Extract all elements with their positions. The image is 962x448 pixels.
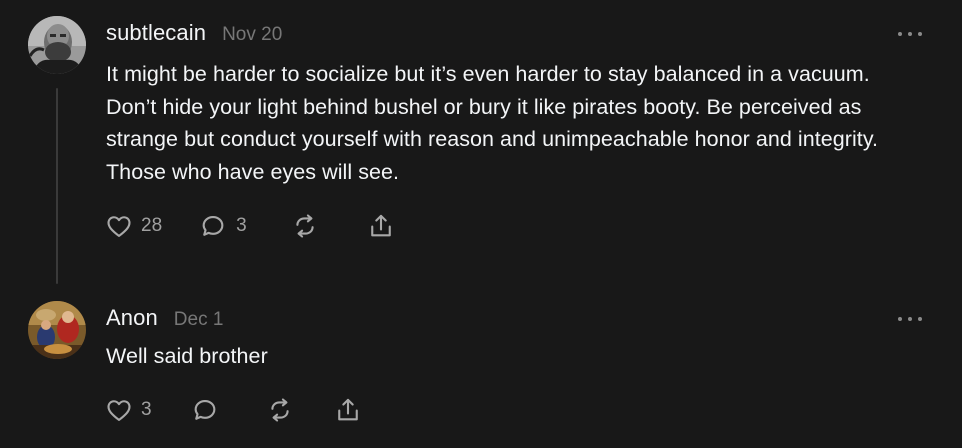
- username[interactable]: subtlecain: [106, 20, 206, 46]
- heart-icon: [107, 216, 131, 237]
- comment-subtlecain: subtlecain Nov 20 It might be harder to …: [0, 0, 962, 290]
- like-button[interactable]: 3: [105, 396, 152, 424]
- restack-arrows-icon: [270, 398, 289, 422]
- restack-arrows-icon: [296, 214, 314, 238]
- reply-button[interactable]: 3: [198, 212, 247, 240]
- more-dots-icon[interactable]: [898, 313, 922, 325]
- reply-count: 3: [236, 215, 247, 236]
- share-button[interactable]: [334, 396, 362, 424]
- speech-bubble-icon: [194, 399, 215, 420]
- comment-actions: 3: [105, 395, 362, 425]
- avatar-subtlecain[interactable]: [28, 16, 86, 74]
- reply-button[interactable]: [190, 396, 220, 424]
- comment-actions: 28 3: [105, 211, 395, 241]
- comment-body: Well said brother: [106, 344, 268, 368]
- share-upload-icon: [370, 214, 391, 237]
- comment-date[interactable]: Dec 1: [174, 309, 224, 331]
- heart-icon: [107, 400, 131, 421]
- restack-button[interactable]: [266, 396, 294, 424]
- like-count: 28: [141, 215, 163, 236]
- avatar-anon[interactable]: [28, 301, 86, 359]
- painting-photo-icon: [28, 301, 86, 359]
- username[interactable]: Anon: [106, 305, 158, 331]
- comment-body: It might be harder to socialize but it’s…: [106, 62, 879, 184]
- bearded-man-photo-icon: [28, 16, 86, 74]
- restack-button[interactable]: [291, 212, 319, 240]
- like-count: 3: [141, 399, 152, 420]
- comment-anon: Anon Dec 1 Well said brother 3: [0, 290, 962, 448]
- more-dots-icon[interactable]: [898, 28, 922, 40]
- comment-header: subtlecain Nov 20: [106, 20, 282, 46]
- share-upload-icon: [337, 398, 358, 421]
- comment-date[interactable]: Nov 20: [222, 24, 282, 46]
- comment-header: Anon Dec 1: [106, 305, 223, 331]
- like-button[interactable]: 28: [105, 212, 162, 240]
- thread-line: [56, 88, 58, 284]
- speech-bubble-icon: [202, 215, 224, 236]
- share-button[interactable]: [367, 212, 395, 240]
